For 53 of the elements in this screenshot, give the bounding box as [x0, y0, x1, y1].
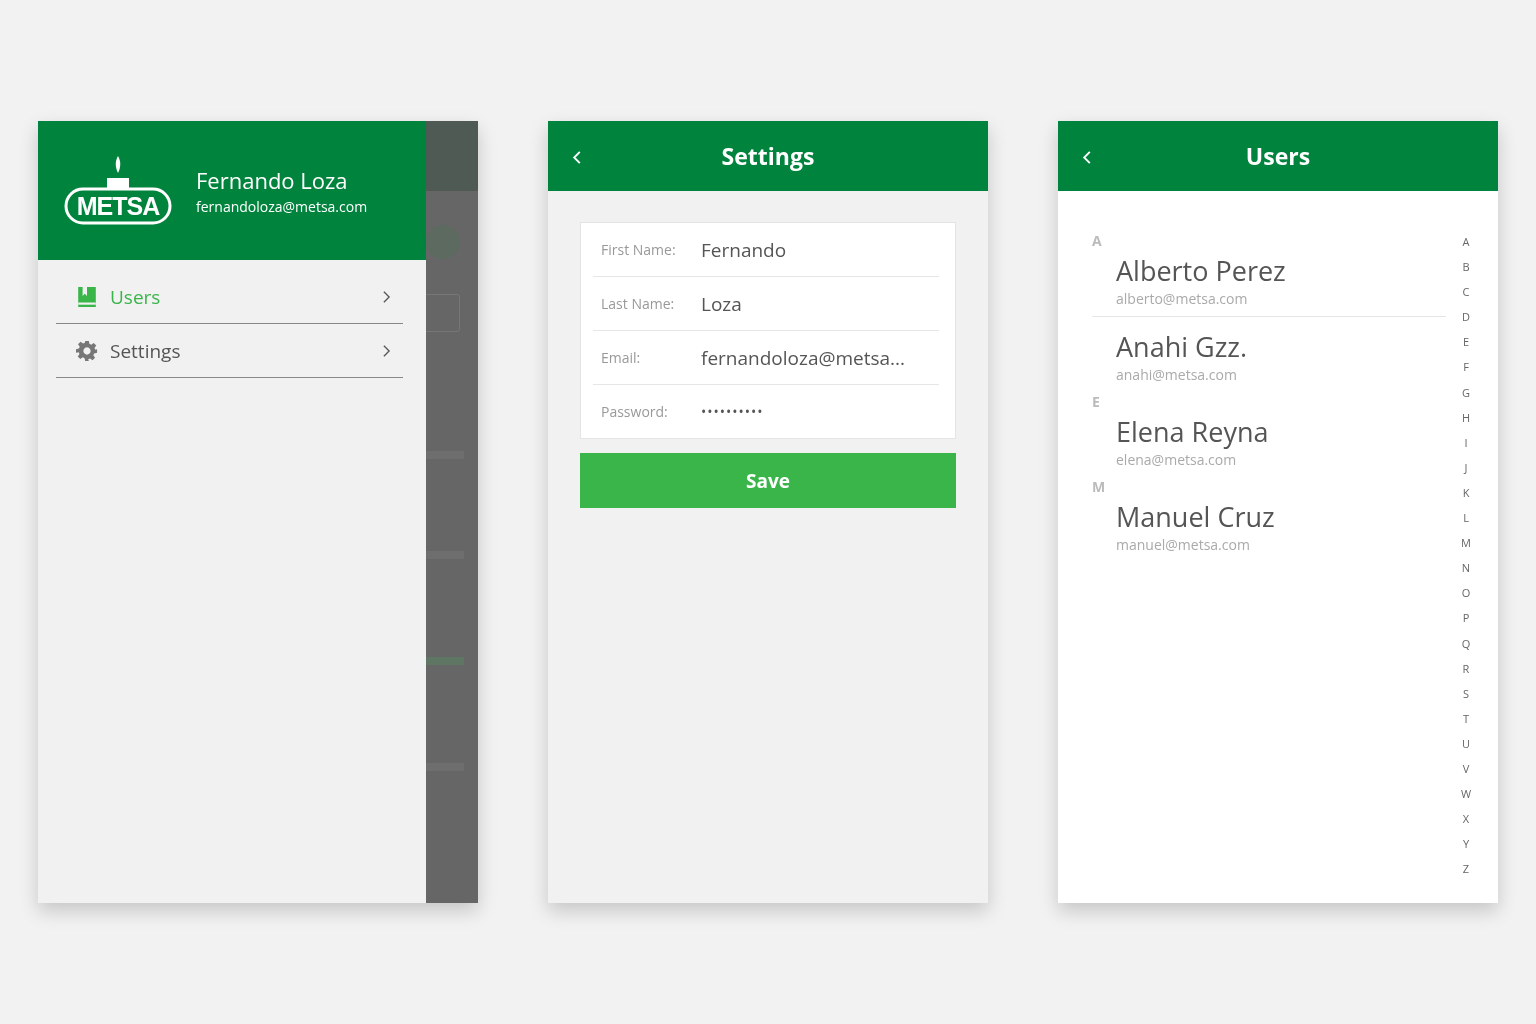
section-letter: A: [1092, 231, 1103, 251]
input-field[interactable]: Loza: [701, 290, 742, 317]
index-letter[interactable]: Y: [1462, 836, 1470, 862]
user-list-item[interactable]: Anahi Gzz. anahi@metsa.com: [1092, 327, 1446, 392]
back-icon[interactable]: [572, 150, 582, 165]
index-letter[interactable]: R: [1462, 660, 1470, 686]
section-letter: M: [1092, 477, 1107, 497]
index-letter[interactable]: C: [1462, 284, 1470, 310]
gear-icon: [76, 339, 98, 362]
user-list-item[interactable]: Alberto Perez alberto@metsa.com: [1092, 251, 1446, 316]
index-letter[interactable]: Z: [1462, 861, 1470, 887]
section-letter: E: [1092, 392, 1101, 412]
index-letter[interactable]: D: [1462, 309, 1470, 335]
input-field[interactable]: Fernando: [701, 236, 787, 263]
field-label: Email:: [601, 348, 642, 367]
input-field[interactable]: fernandoloza@metsa...: [701, 344, 906, 371]
user-list-item[interactable]: Manuel Cruz manuel@metsa.com: [1092, 497, 1446, 562]
index-letter[interactable]: B: [1462, 259, 1470, 285]
field-label: Last Name:: [601, 294, 676, 313]
chevron-right-icon: [382, 343, 391, 358]
index-letter[interactable]: A: [1462, 234, 1470, 260]
index-letter[interactable]: V: [1462, 760, 1470, 787]
user-name: Fernando Loza: [196, 165, 349, 195]
index-letter[interactable]: U: [1462, 735, 1470, 761]
index-letter[interactable]: J: [1464, 459, 1468, 485]
index-letter[interactable]: L: [1463, 510, 1469, 536]
index-letter[interactable]: N: [1461, 560, 1471, 586]
book-icon: [76, 285, 98, 308]
index-letter[interactable]: P: [1462, 610, 1470, 636]
index-letter[interactable]: W: [1460, 786, 1472, 812]
password-field[interactable]: ••••••••••: [701, 402, 764, 421]
app-bar: Users: [1058, 121, 1498, 191]
index-letter[interactable]: K: [1462, 484, 1470, 511]
index-letter[interactable]: M: [1461, 535, 1471, 561]
index-letter[interactable]: Q: [1461, 635, 1471, 661]
index-letter[interactable]: I: [1464, 434, 1468, 460]
user-email: fernandoloza@metsa.com: [196, 197, 368, 216]
index-letter[interactable]: S: [1462, 685, 1469, 711]
index-letter[interactable]: T: [1462, 710, 1470, 736]
app-bar: Settings: [548, 121, 988, 191]
index-letter[interactable]: G: [1462, 384, 1470, 410]
index-letter[interactable]: O: [1461, 585, 1471, 611]
logo: METSA: [64, 155, 172, 226]
back-icon[interactable]: [1082, 150, 1092, 165]
field-label: First Name:: [601, 240, 677, 259]
user-list-item[interactable]: Elena Reyna elena@metsa.com: [1092, 412, 1446, 477]
chevron-right-icon: [382, 289, 391, 304]
index-letter[interactable]: F: [1463, 359, 1469, 385]
menu-item[interactable]: Settings: [56, 324, 403, 378]
index-letter[interactable]: X: [1462, 811, 1470, 837]
field-label: Password:: [601, 402, 669, 421]
index-letter[interactable]: H: [1461, 409, 1471, 435]
index-letter[interactable]: E: [1462, 334, 1470, 360]
